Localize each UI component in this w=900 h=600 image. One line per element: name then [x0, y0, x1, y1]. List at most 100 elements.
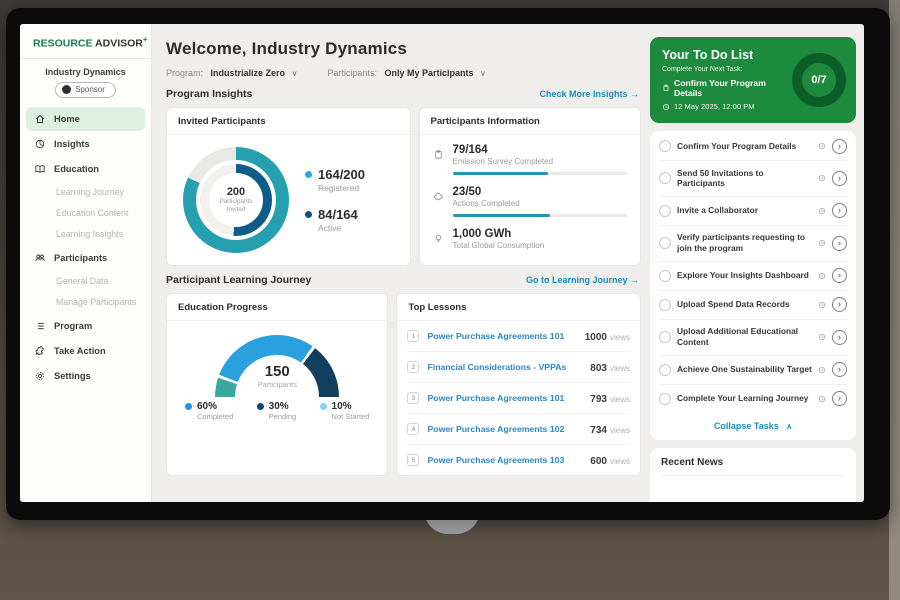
todo-summary-card: Your To Do List Complete Your Next Task:…	[650, 37, 856, 123]
stat-value: 1,000 GWh	[453, 228, 627, 240]
gauge-center-value: 150	[177, 363, 377, 380]
learning-journey-header: Participant Learning Journey Go to Learn…	[166, 274, 639, 286]
chevron-down-icon: ∨	[292, 69, 298, 78]
task-open-button[interactable]: ›	[832, 171, 847, 186]
task-open-button[interactable]: ›	[832, 297, 847, 312]
program-filter[interactable]: Program: Industrialize Zero ∨	[166, 68, 297, 78]
task-checkbox[interactable]	[659, 140, 671, 152]
clipboard-icon	[433, 144, 445, 183]
section-title: Participant Learning Journey	[166, 274, 311, 286]
lesson-link[interactable]: Power Purchase Agreements 101	[427, 393, 582, 403]
sidebar-item-label: Participants	[54, 253, 107, 263]
legend-label: Pending	[269, 412, 297, 421]
collapse-tasks-link[interactable]: Collapse Tasks ∧	[659, 413, 847, 440]
stat-label: Actions Completed	[453, 199, 627, 208]
task-label: Send 50 Invitations to Participants	[677, 168, 812, 190]
task-checkbox[interactable]	[659, 364, 671, 376]
task-open-button[interactable]: ›	[832, 391, 847, 406]
lesson-link[interactable]: Power Purchase Agreements 102	[427, 424, 582, 434]
sidebar-item-learning-journey[interactable]: Learning Journey	[26, 182, 145, 203]
task-label: Verify participants requesting to join t…	[677, 232, 812, 254]
sidebar-item-take-action[interactable]: Take Action	[26, 339, 145, 363]
card-title: Education Progress	[167, 294, 387, 321]
legend-value: 60%	[197, 401, 233, 412]
task-open-button[interactable]: ›	[832, 203, 847, 218]
task-checkbox[interactable]	[659, 393, 671, 405]
gauge-center-label: Participants	[177, 380, 377, 389]
sidebar-item-home[interactable]: Home	[26, 107, 145, 131]
clock-icon	[818, 333, 826, 341]
photo-background-strip	[889, 0, 900, 600]
sidebar-item-participants[interactable]: Participants	[26, 246, 145, 270]
sidebar-item-learning-insights[interactable]: Learning Insights	[26, 224, 145, 245]
puzzle-icon	[34, 345, 46, 357]
app-logo[interactable]: RESOURCE ADVISOR+	[20, 24, 151, 58]
todo-next-task[interactable]: Confirm Your Program Details	[662, 78, 784, 98]
views-count: 793	[590, 394, 607, 405]
legend-value: 164/200	[318, 167, 365, 182]
task-label: Explore Your Insights Dashboard	[677, 270, 812, 281]
views-suffix: views	[610, 395, 630, 404]
home-icon	[34, 113, 46, 125]
legend-label: Completed	[197, 412, 233, 421]
go-to-learning-journey-link[interactable]: Go to Learning Journey →	[526, 275, 639, 285]
task-checkbox[interactable]	[659, 205, 671, 217]
clock-icon	[818, 207, 826, 215]
clock-icon	[818, 395, 826, 403]
clock-icon	[818, 174, 826, 182]
rank-badge: 5	[407, 454, 419, 466]
task-row: Send 50 Invitations to Participants ›	[659, 161, 847, 197]
task-checkbox[interactable]	[659, 299, 671, 311]
task-checkbox[interactable]	[659, 331, 671, 343]
todo-next-task-label: Confirm Your Program Details	[674, 78, 784, 98]
todo-subtitle: Complete Your Next Task:	[662, 66, 784, 73]
progress-fill	[453, 172, 549, 175]
todo-due: 12 May 2025, 12:00 PM	[662, 102, 784, 111]
lesson-list: 1 Power Purchase Agreements 101 1000view…	[397, 321, 640, 475]
task-open-button[interactable]: ›	[832, 362, 847, 377]
lesson-link[interactable]: Financial Considerations - VPPAs	[427, 362, 582, 372]
stat-value: 23/50	[453, 186, 627, 198]
clock-icon	[662, 103, 670, 111]
sidebar-item-general-data[interactable]: General Data	[26, 271, 145, 292]
sidebar-item-label: Education Content	[56, 208, 128, 218]
lesson-link[interactable]: Power Purchase Agreements 103	[427, 455, 582, 465]
sidebar-item-manage-participants[interactable]: Manage Participants	[26, 292, 145, 313]
link-label: Go to Learning Journey	[526, 275, 628, 285]
task-open-button[interactable]: ›	[832, 268, 847, 283]
task-checkbox[interactable]	[659, 237, 671, 249]
task-open-button[interactable]: ›	[832, 330, 847, 345]
stat-global-consumption: 1,000 GWh Total Global Consumption	[433, 228, 627, 250]
sidebar-item-insights[interactable]: Insights	[26, 132, 145, 156]
participants-filter[interactable]: Participants: Only My Participants ∨	[327, 68, 485, 78]
check-more-insights-link[interactable]: Check More Insights →	[539, 89, 639, 99]
task-row: Upload Spend Data Records ›	[659, 291, 847, 320]
sidebar-item-label: Program	[54, 321, 92, 331]
sidebar-item-education-content[interactable]: Education Content	[26, 203, 145, 224]
task-label: Invite a Collaborator	[677, 205, 812, 216]
task-open-button[interactable]: ›	[832, 236, 847, 251]
recent-news-card: Recent News	[650, 448, 856, 502]
lesson-row: 2 Financial Considerations - VPPAs 803vi…	[407, 352, 630, 383]
logo-plus: +	[143, 35, 148, 44]
recent-news-title: Recent News	[661, 457, 845, 476]
todo-due-label: 12 May 2025, 12:00 PM	[674, 102, 755, 111]
filters-bar: Program: Industrialize Zero ∨ Participan…	[166, 68, 641, 78]
sidebar-item-program[interactable]: Program	[26, 314, 145, 338]
task-checkbox[interactable]	[659, 172, 671, 184]
task-checkbox[interactable]	[659, 270, 671, 282]
progress-track	[453, 172, 627, 175]
todo-progress-value: 0/7	[811, 74, 826, 86]
sidebar-item-label: Home	[54, 114, 80, 124]
sponsor-badge-label: Sponsor	[75, 85, 105, 94]
legend-dot	[305, 211, 312, 218]
sidebar-item-education[interactable]: Education	[26, 157, 145, 181]
list-icon	[34, 320, 46, 332]
donut-legend: 164/200 Registered 84/164 Active	[305, 167, 365, 233]
task-row: Invite a Collaborator ›	[659, 197, 847, 226]
page-title: Welcome, Industry Dynamics	[166, 39, 641, 59]
lesson-link[interactable]: Power Purchase Agreements 101	[427, 331, 576, 341]
task-open-button[interactable]: ›	[832, 139, 847, 154]
stat-actions-completed: 23/50 Actions Completed	[433, 186, 627, 225]
sidebar-item-settings[interactable]: Settings	[26, 364, 145, 388]
